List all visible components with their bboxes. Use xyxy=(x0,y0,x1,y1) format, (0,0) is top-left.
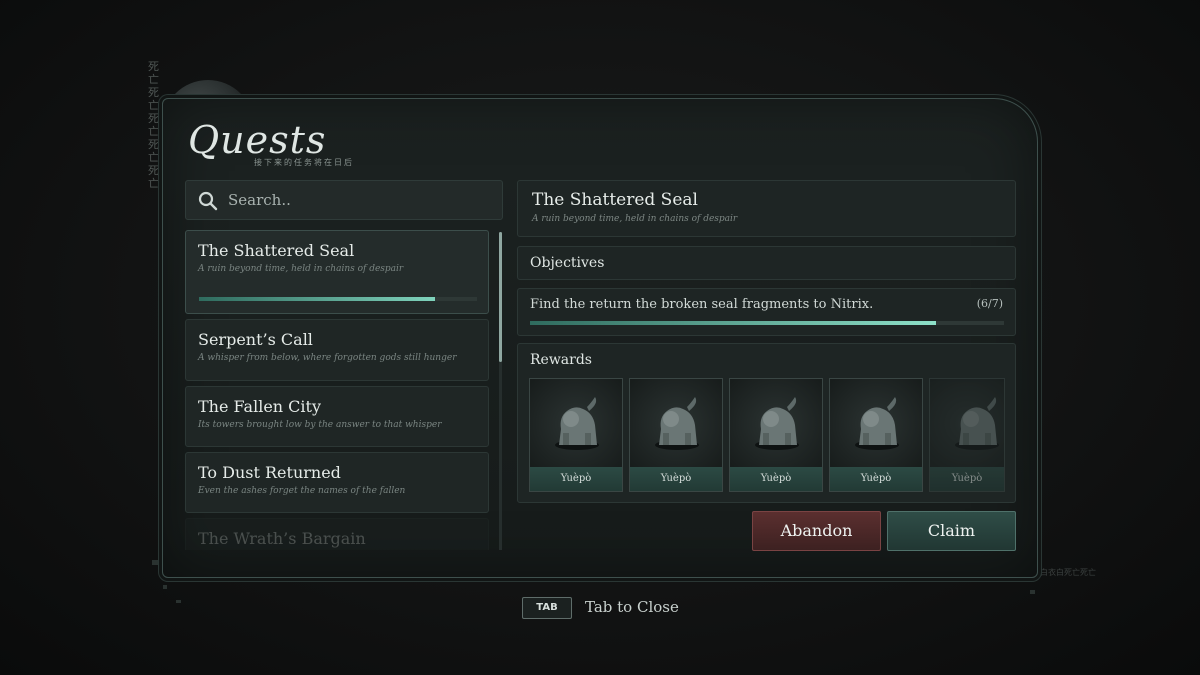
debris-fragment xyxy=(163,585,167,589)
quest-description: Its towers brought low by the answer to … xyxy=(198,420,442,430)
quest-name: Serpent’s Call xyxy=(198,330,313,349)
search-input[interactable]: Search.. xyxy=(185,180,503,220)
search-placeholder: Search.. xyxy=(228,191,291,209)
reward-name: Yuèpò xyxy=(630,467,722,491)
quest-description: Even the ashes forget the names of the f… xyxy=(198,486,406,496)
lion-statue-icon xyxy=(955,397,999,450)
reward-item[interactable]: Yuèpò xyxy=(729,378,823,492)
objective-progress-bar xyxy=(530,321,1004,325)
rewards-section: Rewards Yuèpò Yuèpò Yuèpò Yuèpò Yuèpò xyxy=(517,343,1016,503)
reward-name: Yuèpò xyxy=(830,467,922,491)
quest-name: The Wrath’s Bargain xyxy=(198,529,366,548)
quest-list: The Shattered Seal A ruin beyond time, h… xyxy=(185,230,491,550)
quest-progress-fill xyxy=(199,297,436,301)
quest-name: The Shattered Seal xyxy=(198,241,355,260)
objective-count: (6/7) xyxy=(976,297,1003,310)
reward-item[interactable]: Yuèpò xyxy=(929,378,1005,492)
debris-fragment xyxy=(152,560,158,565)
quest-progress-bar xyxy=(199,297,477,301)
lion-statue-icon xyxy=(755,397,799,450)
debris-fragment xyxy=(1030,590,1035,594)
quest-list-scrollbar[interactable] xyxy=(499,232,502,550)
close-hint: Tab to Close xyxy=(585,598,679,616)
objective-progress-fill xyxy=(530,321,937,325)
rewards-label: Rewards xyxy=(530,352,592,368)
corner-glyphs: 白衣白死亡死亡 xyxy=(1040,568,1096,577)
objectives-label: Objectives xyxy=(530,255,605,271)
lion-statue-icon xyxy=(655,397,699,450)
reward-name: Yuèpò xyxy=(730,467,822,491)
quest-item-to-dust-returned[interactable]: To Dust Returned Even the ashes forget t… xyxy=(185,452,489,513)
page-subtitle: 接下来的任务将在日后 xyxy=(254,158,354,167)
debris-fragment xyxy=(176,600,181,603)
quest-item-wraths-bargain[interactable]: The Wrath’s Bargain xyxy=(185,518,489,550)
quest-item-shattered-seal[interactable]: The Shattered Seal A ruin beyond time, h… xyxy=(185,230,489,314)
quest-name: The Fallen City xyxy=(198,397,322,416)
lion-statue-icon xyxy=(555,397,599,450)
objectives-header: Objectives xyxy=(517,246,1016,280)
quest-description: A whisper from below, where forgotten go… xyxy=(198,353,457,363)
objective-text: Find the return the broken seal fragment… xyxy=(530,297,874,312)
reward-item[interactable]: Yuèpò xyxy=(529,378,623,492)
search-icon xyxy=(198,191,218,211)
tab-key-badge: TAB xyxy=(522,597,572,619)
objective-item: Find the return the broken seal fragment… xyxy=(517,288,1016,336)
quest-name: To Dust Returned xyxy=(198,463,341,482)
page-title: Quests xyxy=(188,118,327,162)
reward-name: Yuèpò xyxy=(930,467,1004,491)
quest-description: A ruin beyond time, held in chains of de… xyxy=(198,264,404,274)
lion-statue-icon xyxy=(855,397,899,450)
scrollbar-thumb[interactable] xyxy=(499,232,502,362)
reward-item[interactable]: Yuèpò xyxy=(829,378,923,492)
reward-name: Yuèpò xyxy=(530,467,622,491)
abandon-button[interactable]: Abandon xyxy=(752,511,881,551)
reward-item[interactable]: Yuèpò xyxy=(629,378,723,492)
detail-title: The Shattered Seal xyxy=(532,190,698,210)
claim-button[interactable]: Claim xyxy=(887,511,1016,551)
quest-detail-header: The Shattered Seal A ruin beyond time, h… xyxy=(517,180,1016,237)
quest-item-serpents-call[interactable]: Serpent’s Call A whisper from below, whe… xyxy=(185,319,489,381)
detail-description: A ruin beyond time, held in chains of de… xyxy=(532,214,738,224)
quest-item-fallen-city[interactable]: The Fallen City Its towers brought low b… xyxy=(185,386,489,447)
